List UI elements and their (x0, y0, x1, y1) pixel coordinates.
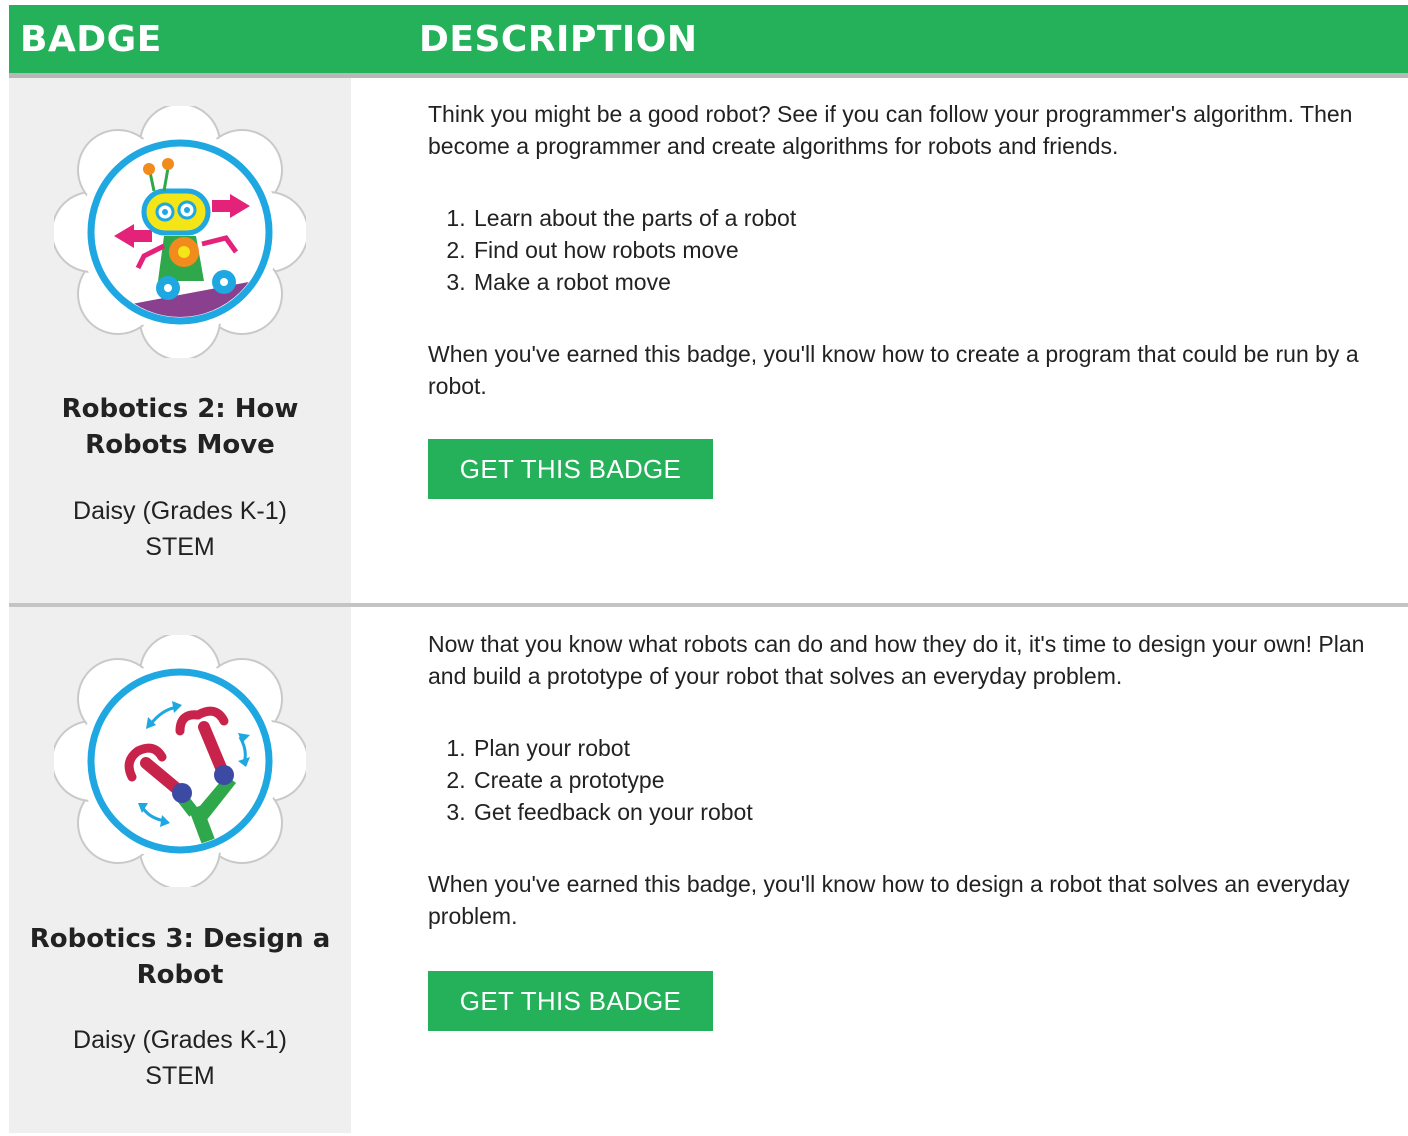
list-item: Plan your robot (472, 732, 753, 764)
list-item: Find out how robots move (472, 234, 796, 266)
badge-category: STEM (145, 533, 215, 561)
description-cell: Now that you know what robots can do and… (351, 607, 1408, 1133)
robot-moving-badge-icon[interactable] (54, 106, 306, 358)
badge-intro: Think you might be a good robot? See if … (428, 101, 1353, 159)
badge-outro: When you've earned this badge, you'll kn… (428, 341, 1359, 399)
steps-list: Learn about the parts of a robot Find ou… (428, 202, 796, 298)
badge-level: Daisy (Grades K-1) (73, 1026, 287, 1054)
table-row: Robotics 2: How Robots Move Daisy (Grade… (9, 78, 1408, 607)
badge-intro: Now that you know what robots can do and… (428, 631, 1365, 689)
badge-meta: Daisy (Grades K-1) STEM (9, 493, 351, 565)
badge-title: Robotics 2: How Robots Move (61, 394, 299, 460)
badge-category: STEM (145, 1062, 215, 1090)
description-cell: Think you might be a good robot? See if … (351, 78, 1408, 603)
badge-level: Daisy (Grades K-1) (73, 497, 287, 525)
badge-meta: Daisy (Grades K-1) STEM (9, 1022, 351, 1094)
list-item: Make a robot move (472, 266, 796, 298)
badge-outro: When you've earned this badge, you'll kn… (428, 871, 1350, 929)
robot-arm-badge-icon[interactable] (54, 635, 306, 887)
list-item: Create a prototype (472, 764, 753, 796)
badge-table: BADGE DESCRIPTION Robotics 2: How Robots… (9, 5, 1408, 1133)
steps-list: Plan your robot Create a prototype Get f… (428, 732, 753, 828)
header-description: DESCRIPTION (419, 19, 698, 60)
header-badge: BADGE (20, 19, 162, 60)
get-badge-button[interactable]: GET THIS BADGE (428, 971, 713, 1031)
badge-cell: Robotics 2: How Robots Move Daisy (Grade… (9, 78, 351, 603)
list-item: Get feedback on your robot (472, 796, 753, 828)
get-badge-button[interactable]: GET THIS BADGE (428, 439, 713, 499)
table-header: BADGE DESCRIPTION (9, 5, 1408, 78)
table-row: Robotics 3: Design a Robot Daisy (Grades… (9, 607, 1408, 1133)
list-item: Learn about the parts of a robot (472, 202, 796, 234)
badge-title: Robotics 3: Design a Robot (29, 924, 331, 990)
badge-cell: Robotics 3: Design a Robot Daisy (Grades… (9, 607, 351, 1133)
